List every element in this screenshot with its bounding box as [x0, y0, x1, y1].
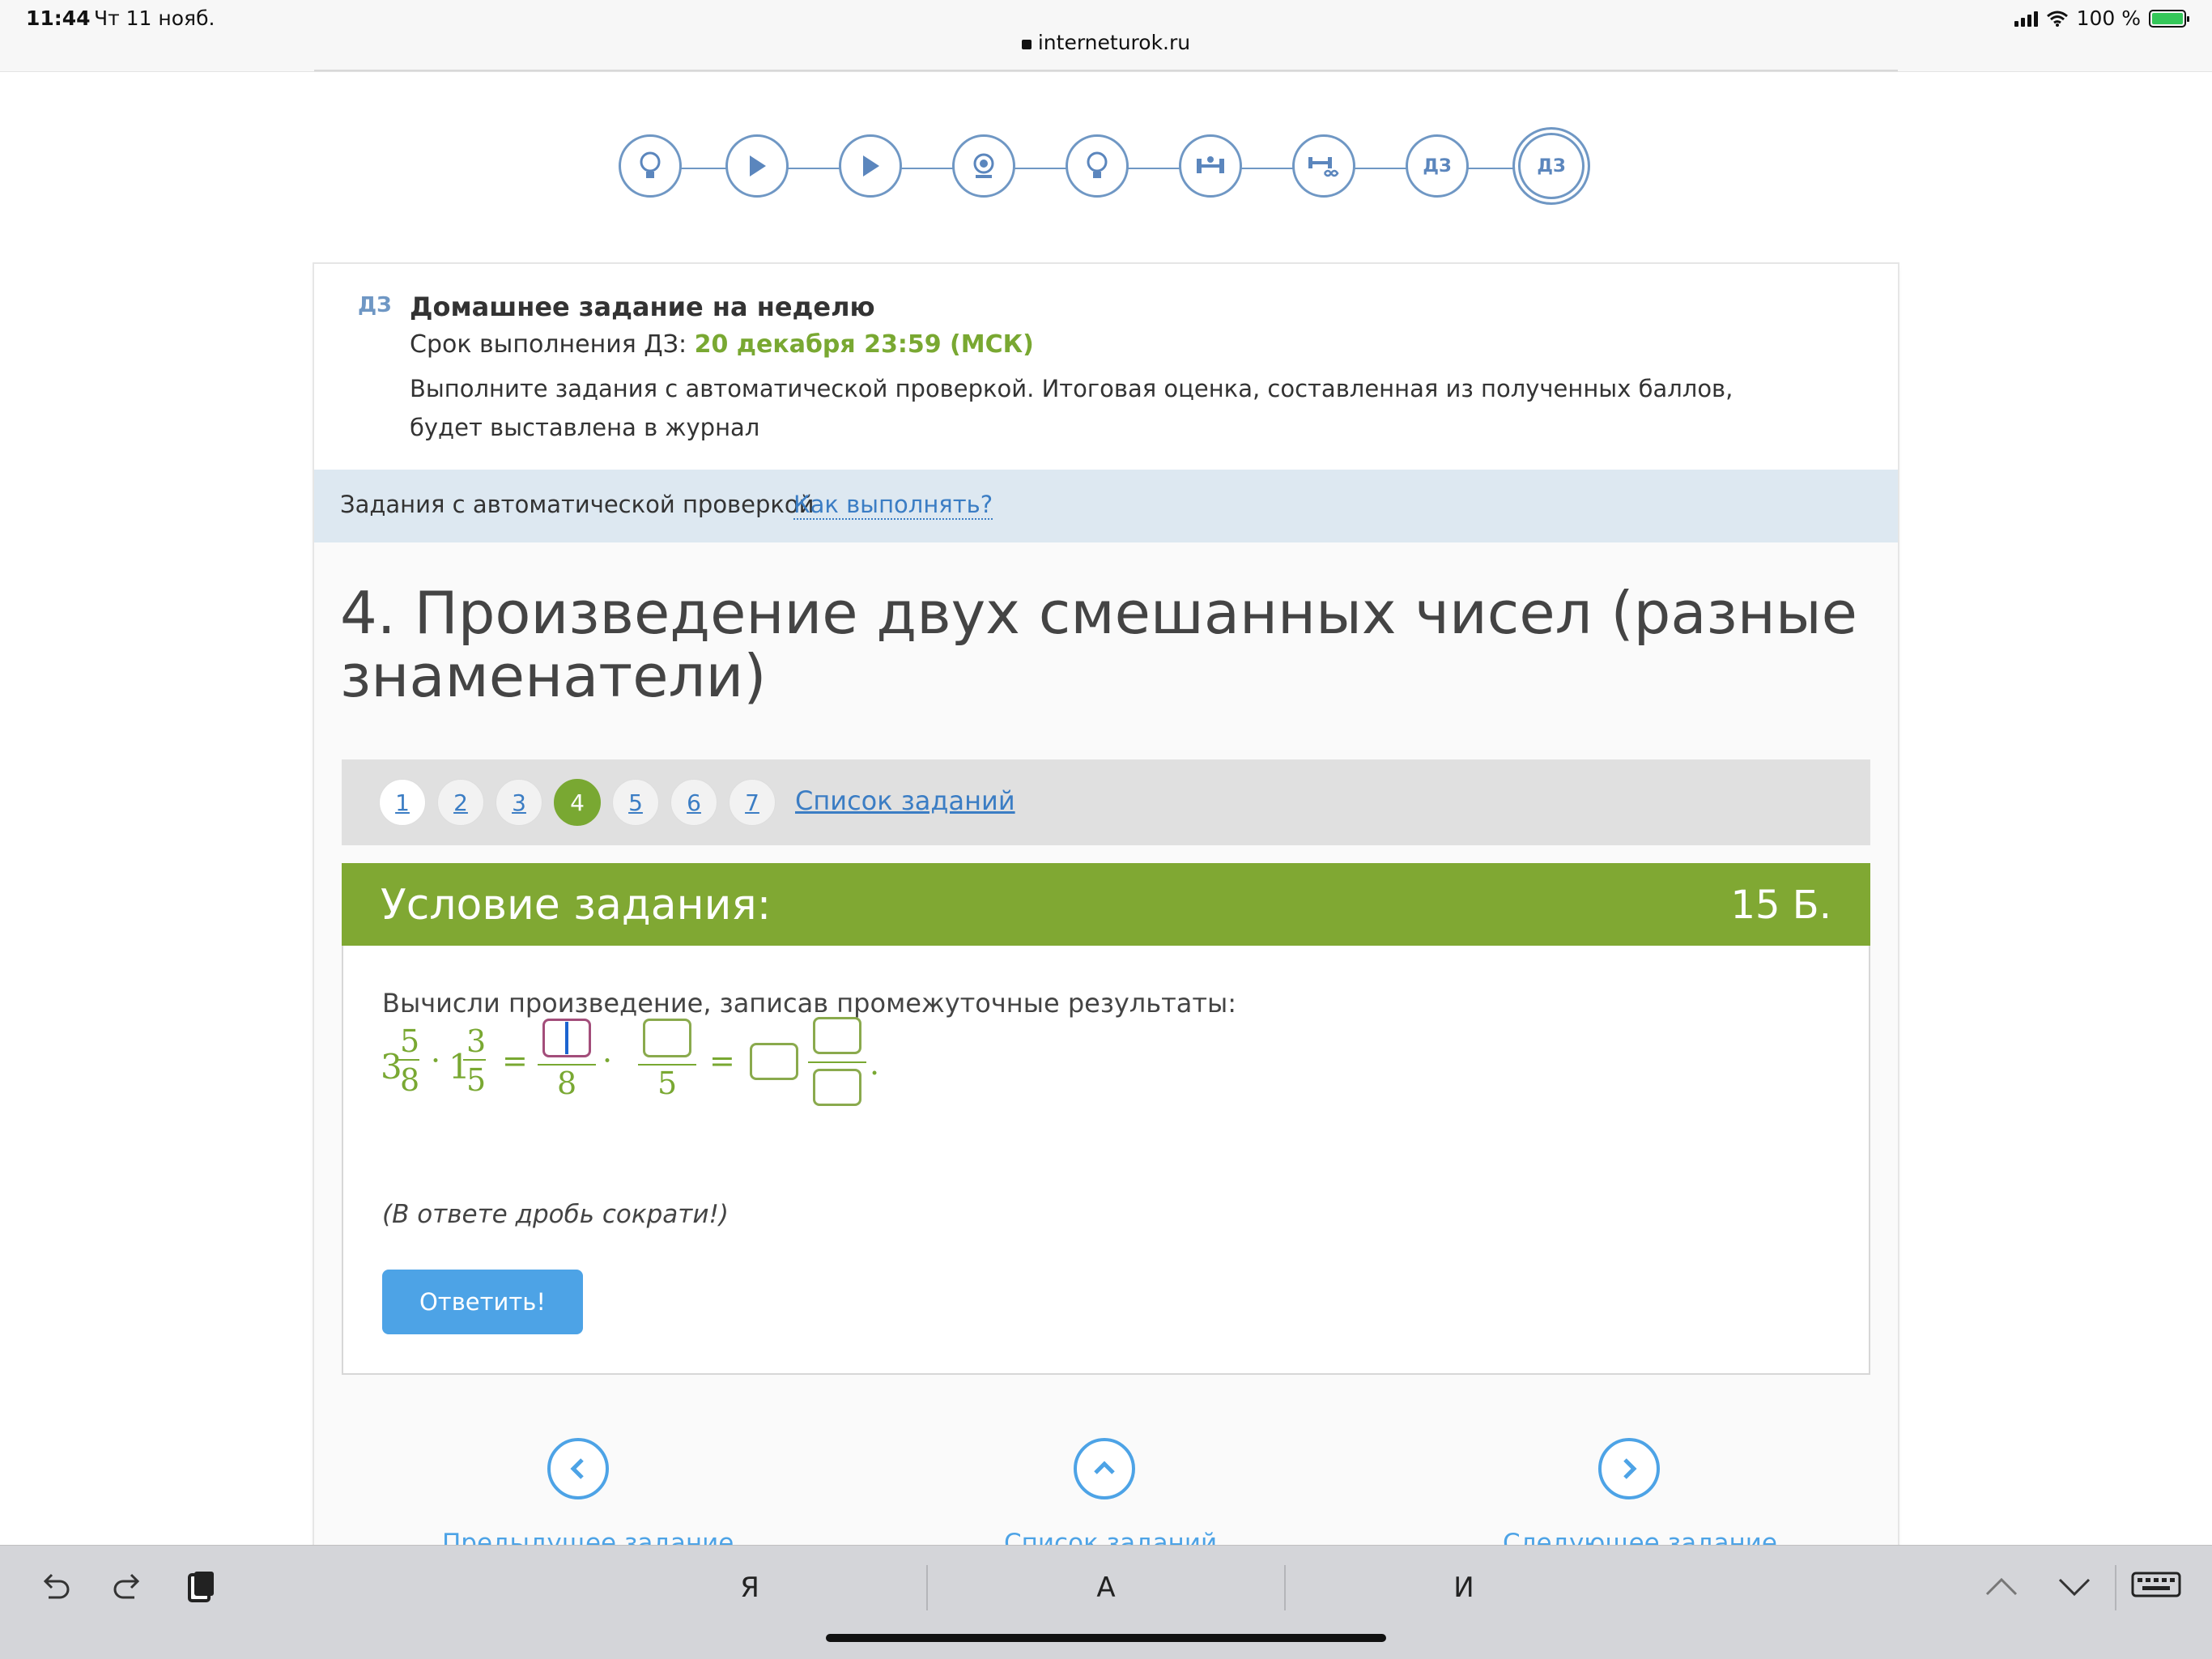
step-training[interactable] [1179, 134, 1242, 198]
home-indicator[interactable] [826, 1634, 1386, 1642]
answer-whole-input[interactable] [750, 1043, 798, 1080]
step1-denominator-b: 5 [657, 1066, 678, 1101]
chevron-down-icon[interactable] [2057, 1575, 2092, 1599]
deadline-label: Срок выполнения ДЗ: [410, 330, 687, 359]
homework-card: ДЗ Домашнее задание на неделю Срок выпол… [314, 264, 1898, 1658]
homework-deadline: Срок выполнения ДЗ: 20 декабря 23:59 (МС… [410, 330, 1034, 359]
chevron-up-icon [1094, 1461, 1115, 1474]
lightbulb-icon [1087, 151, 1108, 178]
step-training-2[interactable] [1292, 134, 1355, 198]
equals-sign: = [709, 1043, 735, 1078]
status-bar: 11:44 Чт 11 нояб. interneturok.ru 100 % [0, 0, 2212, 72]
chevron-right-icon [1623, 1458, 1637, 1479]
address-bar[interactable]: interneturok.ru [0, 31, 2212, 54]
toolbar-divider [2115, 1565, 2116, 1610]
task-list-button[interactable] [1074, 1438, 1135, 1499]
fraction-line [397, 1059, 419, 1061]
redo-icon[interactable] [110, 1568, 146, 1604]
second-denominator: 5 [466, 1062, 487, 1098]
wifi-icon [2046, 11, 2068, 27]
homework-header: ДЗ Домашнее задание на неделю Срок выпол… [314, 264, 1898, 470]
prev-task-button[interactable] [547, 1438, 609, 1499]
condition-title: Условие задания: [381, 881, 772, 929]
task-page-5[interactable]: 5 [612, 779, 659, 826]
homework-title: Домашнее задание на неделю [410, 291, 875, 322]
play-icon [863, 155, 879, 177]
task-page-2[interactable]: 2 [437, 779, 484, 826]
step-homework-active[interactable]: ДЗ [1512, 127, 1590, 205]
step-video-1[interactable] [725, 134, 789, 198]
end-period: . [870, 1046, 880, 1082]
suggestion-3[interactable]: И [1415, 1572, 1512, 1604]
url-text: interneturok.ru [1037, 31, 1191, 54]
answer-numerator-input[interactable] [813, 1017, 861, 1054]
task-page-3[interactable]: 3 [496, 779, 542, 826]
step1-numerator-b-input[interactable] [643, 1019, 691, 1057]
multiply-sign: · [431, 1043, 441, 1078]
text-caret [565, 1022, 568, 1054]
next-task-button[interactable] [1598, 1438, 1660, 1499]
webcam-icon [973, 153, 994, 178]
cellular-signal-icon [2014, 11, 2038, 27]
task-list-link[interactable]: Список заданий [795, 785, 1015, 816]
deadline-date: 20 декабря 23:59 (МСК) [694, 330, 1034, 359]
task-page-6[interactable]: 6 [670, 779, 717, 826]
barbell-infinity-icon [1308, 157, 1339, 177]
condition-header: Условие задания: 15 Б. [342, 863, 1870, 946]
first-numerator: 5 [400, 1023, 420, 1059]
task-page-1[interactable]: 1 [379, 779, 426, 826]
task-title: 4. Произведение двух смешанных чисел (ра… [340, 579, 1857, 710]
fraction-line [463, 1059, 486, 1061]
task-page-4[interactable]: 4 [554, 779, 601, 826]
homework-tag: ДЗ [358, 293, 392, 317]
lightbulb-icon [640, 151, 661, 178]
suggestion-1[interactable]: Я [701, 1572, 798, 1604]
equals-sign: = [502, 1043, 528, 1078]
task-page-7[interactable]: 7 [729, 779, 776, 826]
barbell-icon [1197, 156, 1224, 173]
fraction-line [808, 1061, 866, 1063]
status-time: 11:44 [26, 6, 91, 30]
suggestion-2[interactable]: А [1057, 1572, 1155, 1604]
first-whole: 3 [381, 1047, 402, 1087]
auto-check-bar: Задания с автоматической проверкой Как в… [314, 470, 1898, 542]
second-numerator: 3 [466, 1023, 487, 1059]
task-pagination: 1 2 3 4 5 6 7 Список заданий [342, 759, 1870, 845]
battery-icon [2149, 9, 2189, 28]
paste-icon[interactable] [183, 1568, 219, 1604]
suggestion-divider [926, 1565, 928, 1610]
chevron-left-icon [570, 1458, 584, 1479]
undo-icon[interactable] [37, 1568, 73, 1604]
how-to-link[interactable]: Как выполнять? [793, 491, 993, 520]
auto-check-label: Задания с автоматической проверкой [340, 491, 815, 518]
first-denominator: 8 [400, 1062, 420, 1098]
condition-body: Вычисли произведение, записав промежуточ… [342, 946, 1870, 1375]
suggestion-divider [1284, 1565, 1286, 1610]
task-hint: (В ответе дробь сократи!) [382, 1200, 730, 1229]
lesson-steps: ДЗ ДЗ [615, 127, 1603, 205]
battery-percent: 100 % [2076, 6, 2141, 30]
step-lightbulb-2[interactable] [1066, 134, 1129, 198]
answer-button[interactable]: Ответить! [382, 1270, 583, 1334]
task-points: 15 Б. [1730, 883, 1831, 928]
status-indicators: 100 % [2014, 6, 2189, 30]
answer-denominator-input[interactable] [813, 1069, 861, 1106]
step1-denominator-a: 8 [557, 1066, 577, 1101]
divider [314, 70, 1898, 71]
play-icon [750, 155, 766, 177]
lock-icon [1021, 40, 1032, 49]
multiply-sign: · [602, 1043, 613, 1078]
homework-description: Выполните задания с автоматической прове… [410, 375, 1733, 441]
chevron-up-icon[interactable] [1984, 1575, 2019, 1599]
status-date: Чт 11 нояб. [94, 6, 215, 30]
task-instruction: Вычисли произведение, записав промежуточ… [382, 988, 1237, 1019]
keyboard-dismiss-icon[interactable] [2131, 1572, 2183, 1604]
step-homework[interactable]: ДЗ [1406, 134, 1469, 198]
step-video-2[interactable] [839, 134, 902, 198]
step-webinar[interactable] [952, 134, 1015, 198]
step-lightbulb[interactable] [619, 134, 682, 198]
